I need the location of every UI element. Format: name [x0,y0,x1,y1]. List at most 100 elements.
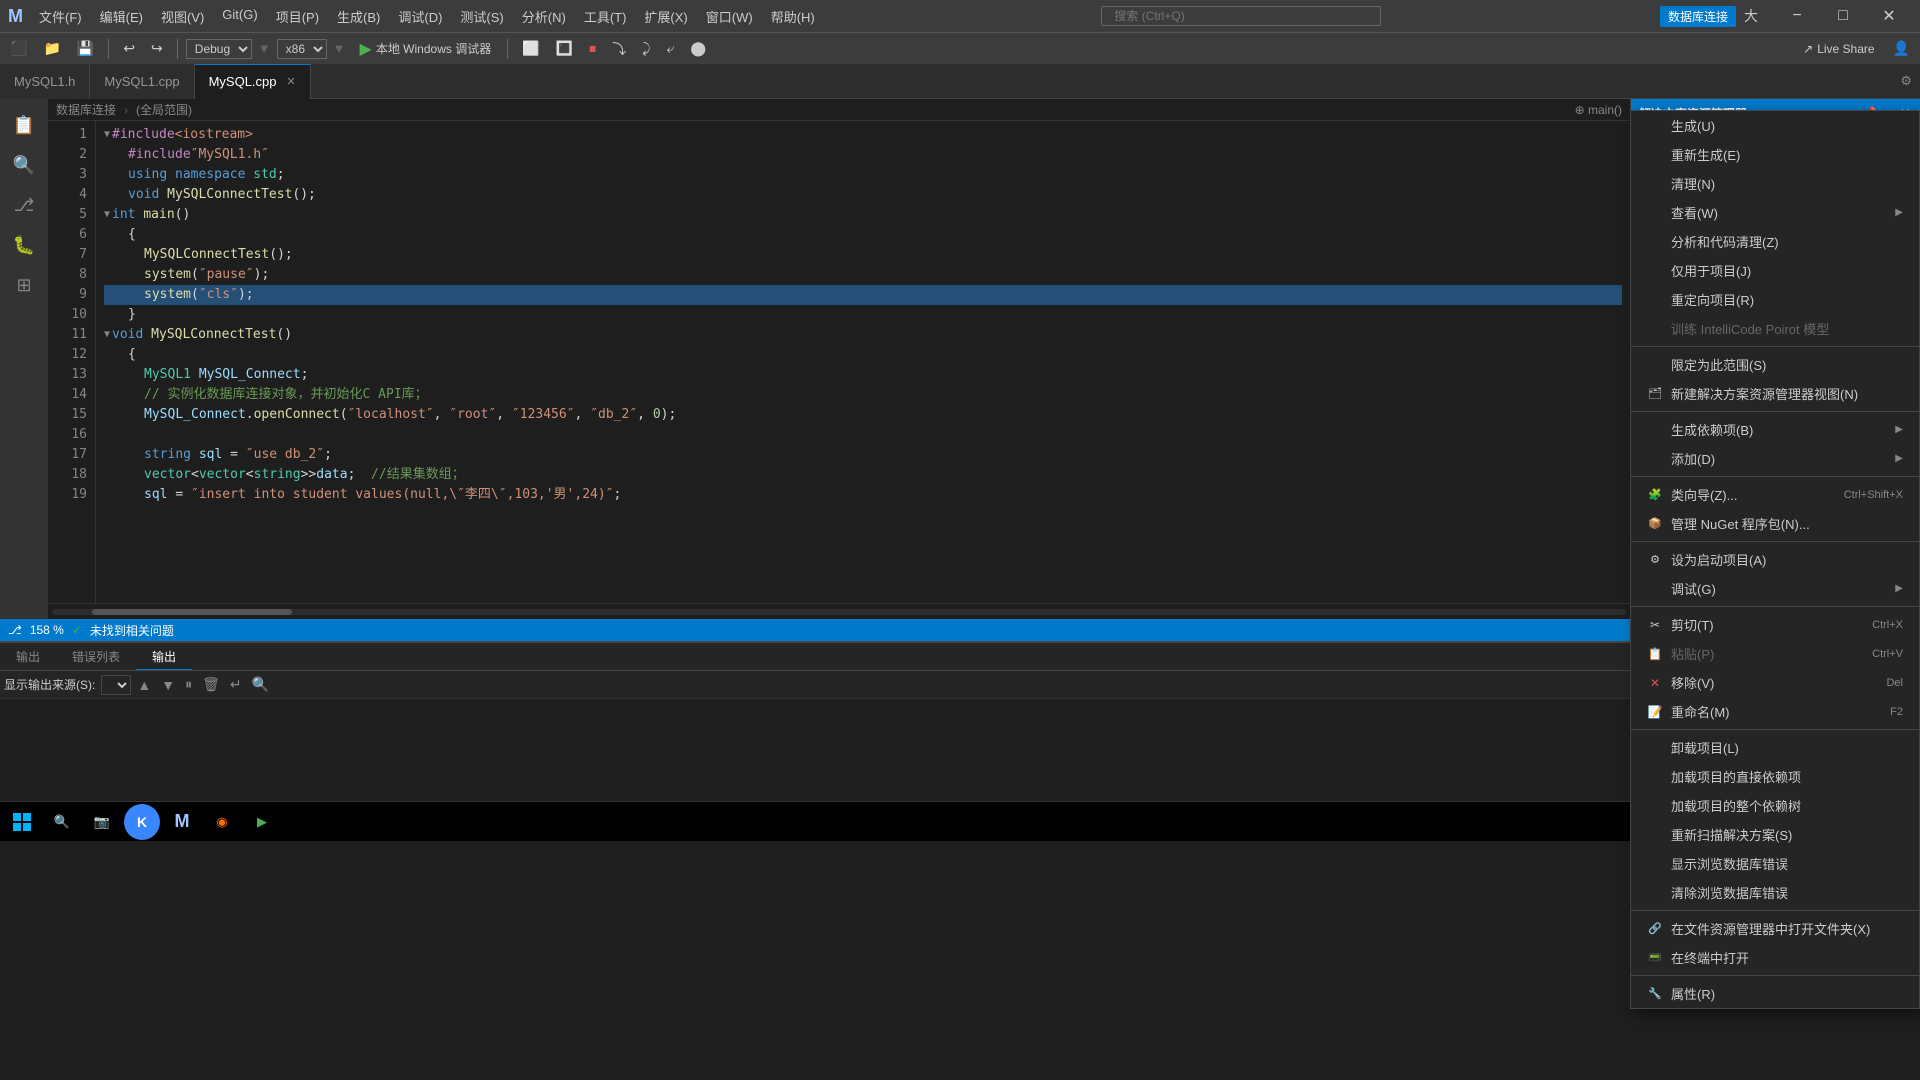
ctx-rescan[interactable]: 重新扫描解决方案(S) [1631,820,1919,849]
ctx-open-terminal-label: 在终端中打开 [1671,948,1749,967]
taskbar-k[interactable]: K [124,804,160,840]
tab-close-icon[interactable]: ✕ [287,75,296,88]
tab-mysql1cpp[interactable]: MySQL1.cpp [90,64,194,99]
close-button[interactable]: ✕ [1866,0,1912,32]
ctx-build[interactable]: 生成(U) [1631,111,1919,140]
ctx-open-terminal-icon: 📟 [1647,951,1663,964]
ctx-rebuild[interactable]: 重新生成(E) [1631,140,1919,169]
toolbar-debug-stop[interactable]: ⏹ [583,38,602,59]
sidebar-git[interactable]: ⎇ [6,187,42,223]
ctx-debug-menu[interactable]: 调试(G)▶ [1631,574,1919,603]
bottom-tab-errors[interactable]: 错误列表 [56,644,136,669]
menu-extensions[interactable]: 扩展(X) [636,5,695,28]
ctx-build-label: 生成(U) [1671,116,1715,135]
ctx-clean[interactable]: 清理(N) [1631,169,1919,198]
toolbar-new[interactable]: ⬛ [4,38,33,59]
code-content[interactable]: ▼#include<iostream> #include″MySQL1.h″ u… [96,121,1630,603]
ctx-retarget[interactable]: 重定向项目(R) [1631,285,1919,314]
sidebar-search[interactable]: 🔍 [6,147,42,183]
output-btn-wrap[interactable]: ↵ [226,674,246,695]
run-button[interactable]: ▶ 本地 Windows 调试器 [352,37,500,61]
bottom-tab-output[interactable]: 输出 [0,644,56,669]
menu-help[interactable]: 帮助(H) [763,5,823,28]
menu-analyze[interactable]: 分析(N) [514,5,574,28]
ctx-scope[interactable]: 限定为此范围(S) [1631,350,1919,379]
output-btn-pause[interactable]: ⏸ [181,674,196,695]
ctx-rename[interactable]: 📝重命名(M)F2 [1631,697,1919,726]
toolbar-open[interactable]: 📁 [37,38,66,59]
sidebar-extensions[interactable]: ⊞ [6,267,42,303]
minimize-button[interactable]: − [1774,0,1820,32]
bottom-tab-output2[interactable]: 输出 [136,644,192,670]
taskbar-arrow[interactable]: ▶ [244,804,280,840]
code-editor[interactable]: 12345 678910 1112131415 16171819 ▼#inclu… [48,121,1630,603]
sidebar-explorer[interactable]: 📋 [6,107,42,143]
menu-edit[interactable]: 编辑(E) [92,5,151,28]
toolbar-step-over[interactable]: ⤸ [636,38,656,59]
menu-view[interactable]: 视图(V) [153,5,212,28]
taskbar-browser[interactable]: ◉ [204,804,240,840]
tab-gear-icon[interactable]: ⚙ [1892,73,1920,89]
ctx-deps[interactable]: 生成依赖项(B)▶ [1631,415,1919,444]
toolbar-step-out[interactable]: ⤶ [660,38,680,59]
ctx-load-tree[interactable]: 加载项目的整个依赖树 [1631,791,1919,820]
ctx-set-startup-icon: ⚙ [1647,553,1663,566]
taskbar-start[interactable] [4,804,40,840]
toolbar-sep-2 [177,39,178,59]
ctx-paste-shortcut: Ctrl+V [1872,648,1903,660]
maximize-button[interactable]: □ [1820,0,1866,32]
ctx-view[interactable]: 查看(W)▶ [1631,198,1919,227]
ctx-unload[interactable]: 卸载项目(L) [1631,733,1919,762]
toolbar-extra-1[interactable]: ⬜ [516,38,545,59]
toolbar-save[interactable]: 💾 [71,38,100,59]
menu-test[interactable]: 测试(S) [452,5,511,28]
ctx-new-view[interactable]: 🗂新建解决方案资源管理器视图(N) [1631,379,1919,408]
toolbar-undo[interactable]: ↩ [117,38,141,59]
sidebar-debug[interactable]: 🐛 [6,227,42,263]
tab-mysql1h[interactable]: MySQL1.h [0,64,90,99]
output-btn-up[interactable]: ▲ [133,675,155,695]
taskbar-camera[interactable]: 📷 [84,804,120,840]
taskbar-vs[interactable]: M [164,804,200,840]
menu-file[interactable]: 文件(F) [31,5,90,28]
tab-mysqlcpp[interactable]: MySQL.cpp ✕ [195,64,311,99]
ctx-cut[interactable]: ✂剪切(T)Ctrl+X [1631,610,1919,639]
menu-debug[interactable]: 调试(D) [390,5,450,28]
arch-select[interactable]: x86 [277,39,327,59]
output-source-select[interactable] [101,675,131,695]
ctx-remove[interactable]: ✕移除(V)Del [1631,668,1919,697]
ctx-clear-db-errors[interactable]: 清除浏览数据库错误 [1631,878,1919,907]
search-input[interactable] [1101,6,1381,26]
menu-tools[interactable]: 工具(T) [576,5,635,28]
toolbar-extra-2[interactable]: 🔳 [550,38,579,59]
live-share-button[interactable]: ↗ Live Share [1803,42,1874,56]
ctx-open-terminal[interactable]: 📟 在终端中打开 [1631,943,1919,972]
menu-git[interactable]: Git(G) [214,5,265,28]
menu-build[interactable]: 生成(B) [329,5,388,28]
ctx-load-direct[interactable]: 加载项目的直接依赖项 [1631,762,1919,791]
db-connection-label: 数据库连接 [1660,6,1736,27]
taskbar-search[interactable]: 🔍 [44,804,80,840]
ctx-open-explorer[interactable]: 🔗在文件资源管理器中打开文件夹(X) [1631,914,1919,943]
toolbar-account[interactable]: 👤 [1887,38,1916,59]
toolbar-bp[interactable]: ⬤ [684,38,712,59]
ctx-properties[interactable]: 🔧属性(R) [1631,979,1919,1008]
toolbar-redo[interactable]: ↪ [145,38,169,59]
ctx-set-startup[interactable]: ⚙设为启动项目(A) [1631,545,1919,574]
menu-project[interactable]: 项目(P) [268,5,327,28]
output-btn-clear[interactable]: 🗑 [198,674,224,695]
output-btn-down[interactable]: ▼ [157,675,179,695]
ctx-class-wizard[interactable]: 🧩类向导(Z)...Ctrl+Shift+X [1631,480,1919,509]
ctx-class-wizard-icon: 🧩 [1647,488,1663,501]
ctx-project-only[interactable]: 仅用于项目(J) [1631,256,1919,285]
ctx-add[interactable]: 添加(D)▶ [1631,444,1919,473]
ctx-analyze[interactable]: 分析和代码清理(Z) [1631,227,1919,256]
ctx-show-db-errors[interactable]: 显示浏览数据库错误 [1631,849,1919,878]
editor-scrollbar[interactable] [48,603,1630,619]
ctx-nuget[interactable]: 📦管理 NuGet 程序包(N)... [1631,509,1919,538]
toolbar-step[interactable]: ⤵ [606,37,632,61]
debug-config-select[interactable]: Debug [186,39,252,59]
scroll-thumb[interactable] [92,609,292,615]
menu-window[interactable]: 窗口(W) [698,5,761,28]
output-btn-find[interactable]: 🔍 [248,674,273,695]
